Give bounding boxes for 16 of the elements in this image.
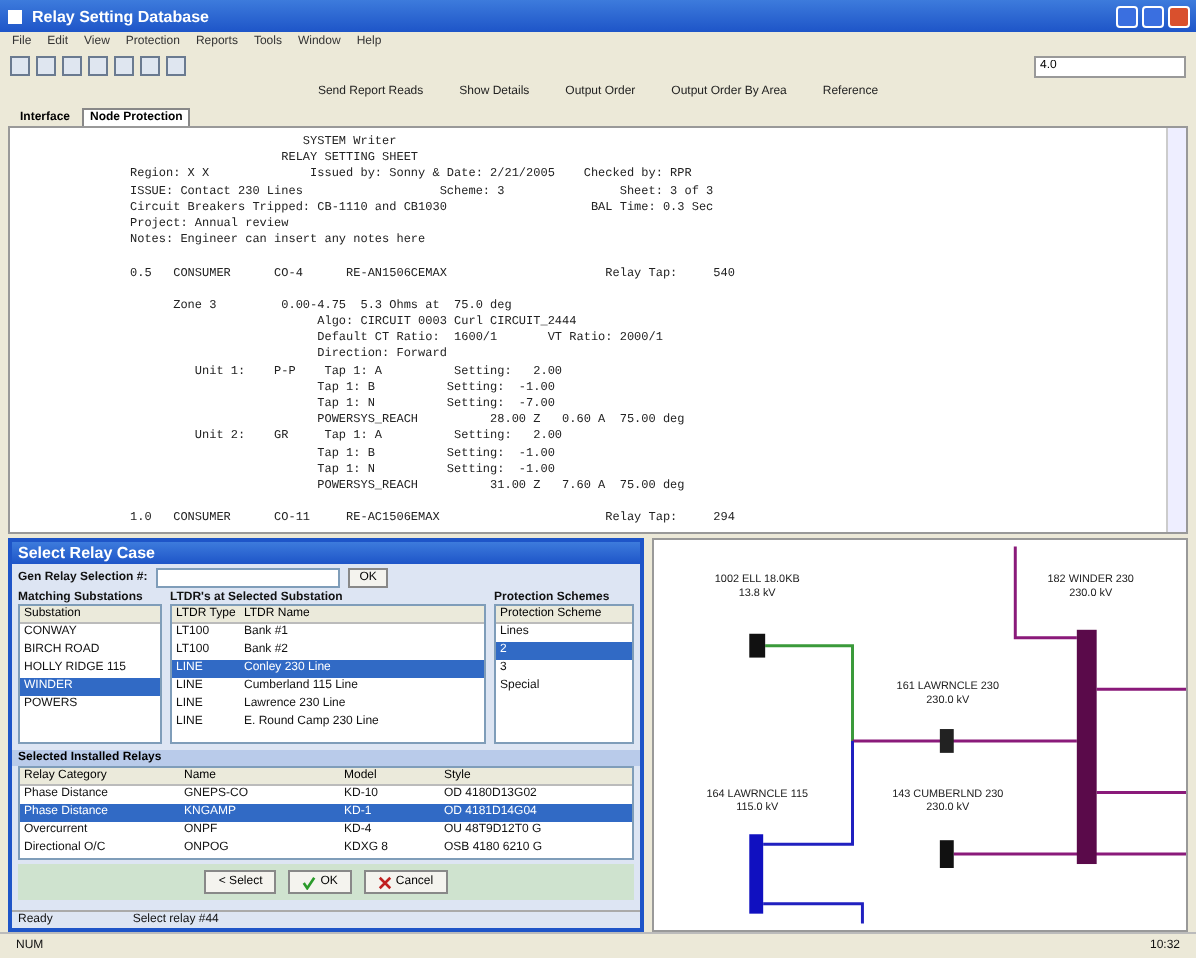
- relay-combo-field[interactable]: [155, 568, 340, 588]
- check-icon: [302, 875, 317, 889]
- bus-bar[interactable]: [749, 834, 764, 914]
- scrollbar[interactable]: [1166, 128, 1186, 532]
- maximize-button[interactable]: [1142, 5, 1164, 27]
- close-button[interactable]: [1168, 5, 1190, 27]
- bus-bar[interactable]: [1076, 629, 1097, 865]
- bus-bar[interactable]: [939, 729, 954, 753]
- window-title: Relay Setting Database: [32, 7, 209, 25]
- minimize-button[interactable]: [1116, 5, 1138, 27]
- generator-line: [765, 644, 854, 741]
- bus-bar[interactable]: [749, 633, 766, 658]
- bus-bar[interactable]: [939, 840, 954, 868]
- dialog-title: Select Relay Case: [18, 544, 155, 562]
- app-icon: [6, 7, 24, 25]
- close-icon: [377, 875, 392, 889]
